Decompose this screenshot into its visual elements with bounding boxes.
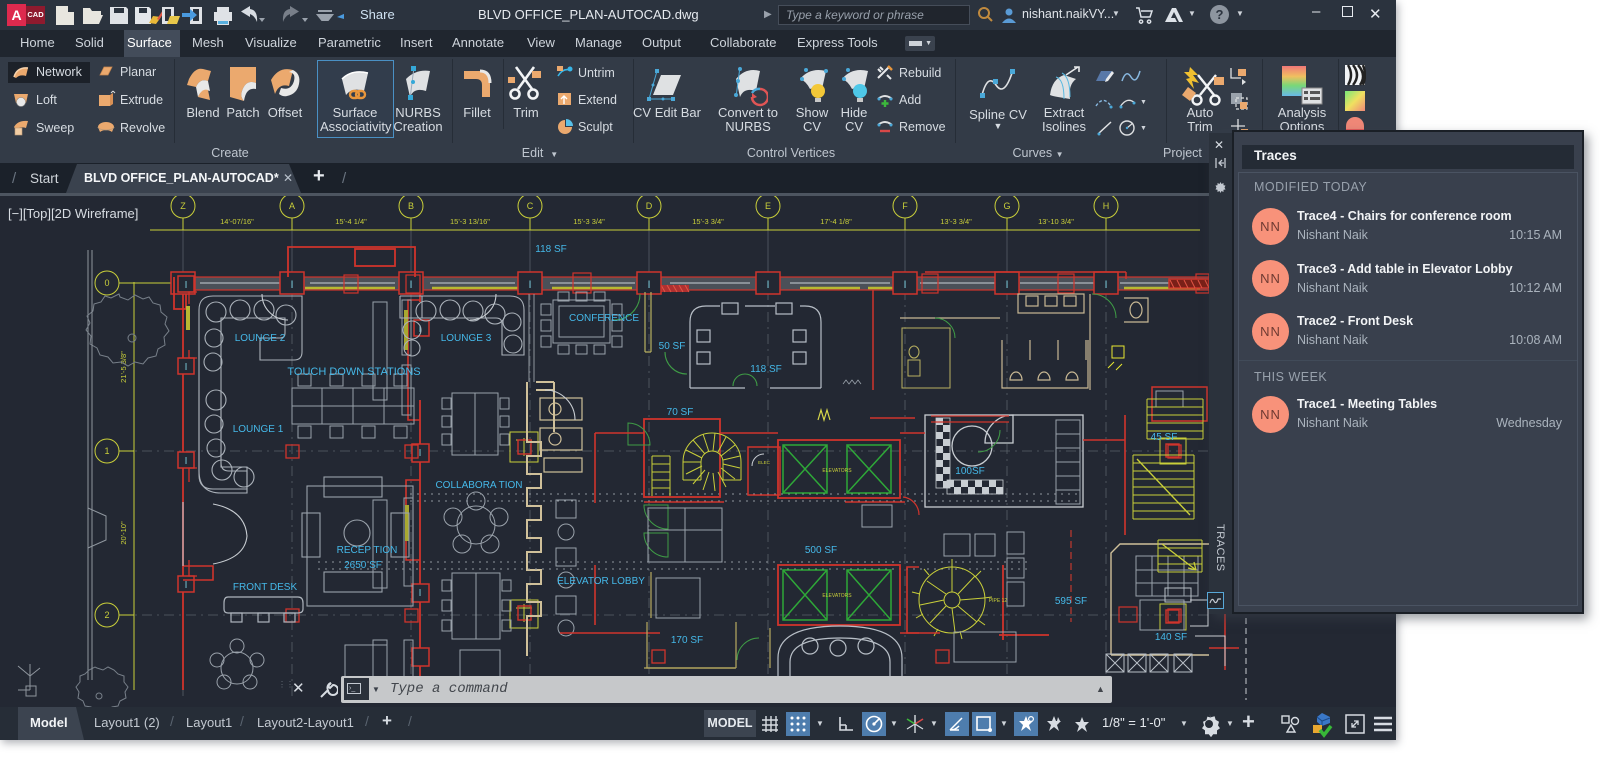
svg-text:F: F bbox=[902, 201, 908, 211]
svg-text:B: B bbox=[408, 201, 414, 211]
svg-text:COLLABORA TION: COLLABORA TION bbox=[435, 480, 522, 491]
svg-text:I: I bbox=[1005, 279, 1008, 291]
svg-text:CONFERENCE: CONFERENCE bbox=[569, 313, 639, 324]
svg-text:0: 0 bbox=[104, 278, 109, 288]
svg-text:I: I bbox=[1104, 279, 1107, 291]
svg-text:LOUNGE 1: LOUNGE 1 bbox=[233, 424, 284, 435]
svg-text:D: D bbox=[646, 201, 653, 211]
svg-text:15'-3 3/4": 15'-3 3/4" bbox=[573, 217, 605, 226]
svg-text:I: I bbox=[185, 280, 188, 291]
svg-text:I: I bbox=[419, 588, 422, 599]
svg-text:500 SF: 500 SF bbox=[805, 545, 837, 556]
svg-text:PIPE 12: PIPE 12 bbox=[989, 598, 1008, 604]
svg-text:15'-3 13/16": 15'-3 13/16" bbox=[450, 217, 490, 226]
svg-text:ELEC: ELEC bbox=[758, 460, 771, 465]
svg-text:13'-3 3/4": 13'-3 3/4" bbox=[940, 217, 972, 226]
svg-text:45 SF: 45 SF bbox=[1151, 432, 1178, 443]
svg-text:FRONT DESK: FRONT DESK bbox=[233, 582, 298, 593]
svg-text:17'-4 1/8": 17'-4 1/8" bbox=[820, 217, 852, 226]
svg-text:E: E bbox=[765, 201, 771, 211]
svg-text:1: 1 bbox=[104, 446, 109, 456]
svg-text:595 SF: 595 SF bbox=[1055, 596, 1087, 607]
svg-text:13'-10 3/4": 13'-10 3/4" bbox=[1038, 217, 1074, 226]
svg-text:LOUNGE 2: LOUNGE 2 bbox=[235, 333, 286, 344]
svg-text:21'-5 3/8": 21'-5 3/8" bbox=[119, 351, 128, 383]
svg-text:14'-0​7/16": 14'-0​7/16" bbox=[220, 217, 254, 226]
svg-text:[−][Top][2D Wireframe]: [−][Top][2D Wireframe] bbox=[8, 206, 138, 221]
svg-text:140 SF: 140 SF bbox=[1155, 632, 1187, 643]
svg-text:ELEVATORS: ELEVATORS bbox=[822, 593, 852, 599]
svg-text:2650 SF: 2650 SF bbox=[344, 560, 382, 571]
svg-text:Z: Z bbox=[180, 201, 186, 211]
svg-text:100SF: 100SF bbox=[955, 466, 984, 477]
svg-text:I: I bbox=[185, 362, 188, 373]
svg-text:15'-4 1/4": 15'-4 1/4" bbox=[335, 217, 367, 226]
svg-text:TOUCH DOWN STATIONS: TOUCH DOWN STATIONS bbox=[287, 366, 420, 378]
svg-text:I: I bbox=[528, 279, 531, 291]
svg-text:170 SF: 170 SF bbox=[671, 635, 703, 646]
svg-text:70 SF: 70 SF bbox=[667, 407, 694, 418]
svg-text:118 SF: 118 SF bbox=[535, 244, 567, 255]
svg-text:LOUNGE 3: LOUNGE 3 bbox=[441, 333, 492, 344]
svg-text:I: I bbox=[647, 279, 650, 291]
svg-text:I: I bbox=[290, 279, 293, 291]
svg-text:C: C bbox=[527, 201, 534, 211]
svg-text:50 SF: 50 SF bbox=[659, 341, 686, 352]
svg-text:I: I bbox=[409, 279, 412, 291]
svg-text:H: H bbox=[1103, 201, 1110, 211]
svg-text:G: G bbox=[1003, 201, 1010, 211]
svg-text:20'-10": 20'-10" bbox=[119, 521, 128, 545]
svg-text:RECEP TION: RECEP TION bbox=[337, 545, 398, 556]
svg-text:I: I bbox=[903, 279, 906, 291]
svg-text:ELEVATOR LOBBY: ELEVATOR LOBBY bbox=[557, 576, 645, 587]
svg-text:15'-3 3/4": 15'-3 3/4" bbox=[692, 217, 724, 226]
svg-text:I: I bbox=[419, 448, 422, 459]
svg-text:2: 2 bbox=[104, 610, 109, 620]
svg-text:A: A bbox=[289, 201, 295, 211]
svg-text:ELEVATORS: ELEVATORS bbox=[822, 468, 852, 474]
svg-text:I: I bbox=[185, 580, 188, 591]
svg-text:I: I bbox=[766, 279, 769, 291]
svg-text:I: I bbox=[185, 456, 188, 467]
svg-text:118 SF: 118 SF bbox=[750, 364, 782, 375]
